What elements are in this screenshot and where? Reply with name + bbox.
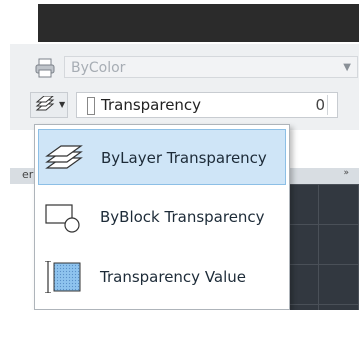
title-bar bbox=[38, 4, 359, 42]
color-dropdown[interactable]: ByColor ▼ bbox=[64, 56, 358, 78]
transparency-slider-handle[interactable] bbox=[87, 97, 95, 115]
transparency-field[interactable]: Transparency 0 bbox=[76, 92, 338, 118]
transparency-row: ▼ Transparency 0 bbox=[30, 92, 359, 120]
collapse-icon[interactable]: » bbox=[343, 168, 349, 178]
transparency-field-label: Transparency bbox=[101, 96, 202, 114]
frame-bottom bbox=[0, 310, 359, 354]
color-dropdown-value: ByColor bbox=[71, 60, 126, 76]
menu-item-label: ByLayer Transparency bbox=[101, 149, 267, 167]
transparency-mode-button[interactable]: ▼ bbox=[30, 92, 68, 118]
transparency-value-icon bbox=[45, 261, 81, 293]
chevron-down-icon: ▼ bbox=[343, 62, 351, 73]
menu-item-transparency-value[interactable]: Transparency Value bbox=[38, 249, 286, 305]
bylayer-transparency-icon bbox=[45, 145, 83, 169]
menu-item-bylayer-transparency[interactable]: ByLayer Transparency bbox=[38, 129, 286, 185]
strip-text: er bbox=[22, 168, 34, 181]
bylayer-transparency-icon bbox=[35, 96, 55, 111]
divider bbox=[327, 95, 328, 115]
menu-item-label: ByBlock Transparency bbox=[100, 208, 265, 226]
color-row: ByColor ▼ bbox=[30, 56, 359, 80]
chevron-down-icon: ▼ bbox=[59, 100, 66, 109]
byblock-transparency-icon bbox=[45, 204, 80, 233]
transparency-field-value: 0 bbox=[315, 96, 325, 114]
menu-item-byblock-transparency[interactable]: ByBlock Transparency bbox=[38, 189, 286, 245]
menu-item-label: Transparency Value bbox=[100, 268, 247, 286]
transparency-dropdown-menu: ByLayer Transparency ByBlock Transparenc… bbox=[34, 124, 290, 310]
printer-icon bbox=[35, 58, 55, 78]
